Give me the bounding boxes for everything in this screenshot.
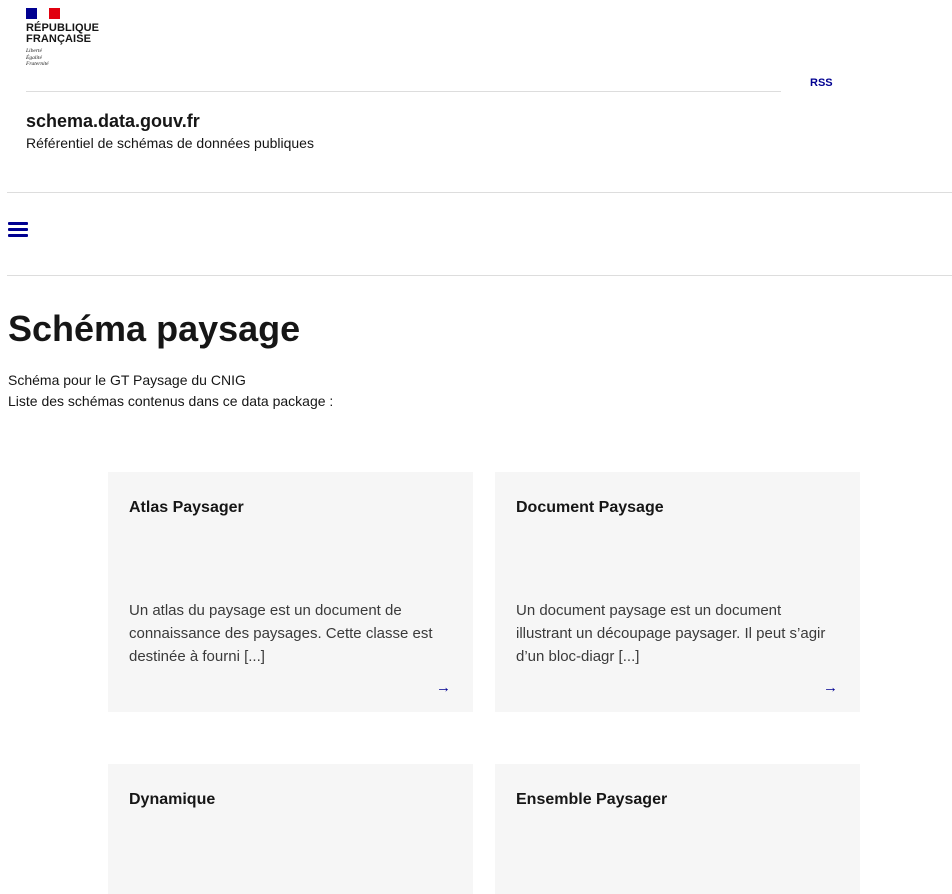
card-description: Un atlas du paysage est un document de c… — [129, 602, 433, 665]
service-title[interactable]: schema.data.gouv.fr — [26, 110, 314, 132]
header-top: RÉPUBLIQUE FRANÇAISE Liberté Égalité Fra… — [0, 0, 952, 92]
site-header: RÉPUBLIQUE FRANÇAISE Liberté Égalité Fra… — [0, 0, 952, 151]
arrow-right-icon: → — [436, 679, 451, 696]
schema-card-dynamique[interactable]: Dynamique — [108, 764, 473, 894]
card-description: Un document paysage est un document illu… — [516, 602, 826, 665]
header-bottom-border — [7, 192, 952, 193]
nav-bottom-border — [7, 275, 952, 276]
motto-fraternite: Fraternité — [26, 61, 49, 67]
page-intro: Schéma pour le GT Paysage du CNIG Liste … — [8, 370, 333, 412]
card-title[interactable]: Dynamique — [129, 789, 215, 811]
french-flag-icon — [26, 8, 60, 19]
schema-card-atlas-paysager[interactable]: Atlas Paysager Un atlas du paysage est u… — [108, 472, 473, 712]
card-title[interactable]: Ensemble Paysager — [516, 789, 667, 811]
card-title[interactable]: Document Paysage — [516, 497, 664, 519]
rss-link[interactable]: RSS — [810, 77, 833, 89]
schema-list-intro: Liste des schémas contenus dans ce data … — [8, 393, 334, 409]
hamburger-menu-icon[interactable] — [8, 222, 28, 237]
schema-card-document-paysage[interactable]: Document Paysage Un document paysage est… — [495, 472, 860, 712]
arrow-right-icon: → — [823, 679, 838, 696]
service-tagline: Référentiel de schémas de données publiq… — [26, 135, 314, 151]
republique-francaise-logo[interactable]: RÉPUBLIQUE FRANÇAISE Liberté Égalité Fra… — [26, 8, 99, 68]
logo-text: RÉPUBLIQUE FRANÇAISE — [26, 23, 99, 45]
schema-description: Schéma pour le GT Paysage du CNIG — [8, 372, 246, 388]
logo-text-line-2: FRANÇAISE — [26, 33, 92, 45]
schema-card-ensemble-paysager[interactable]: Ensemble Paysager — [495, 764, 860, 894]
header-divider — [26, 91, 781, 92]
republic-motto: Liberté Égalité Fraternité — [26, 48, 99, 68]
card-title[interactable]: Atlas Paysager — [129, 497, 244, 519]
service-block: schema.data.gouv.fr Référentiel de schém… — [26, 110, 314, 154]
page-title: Schéma paysage — [8, 308, 301, 349]
